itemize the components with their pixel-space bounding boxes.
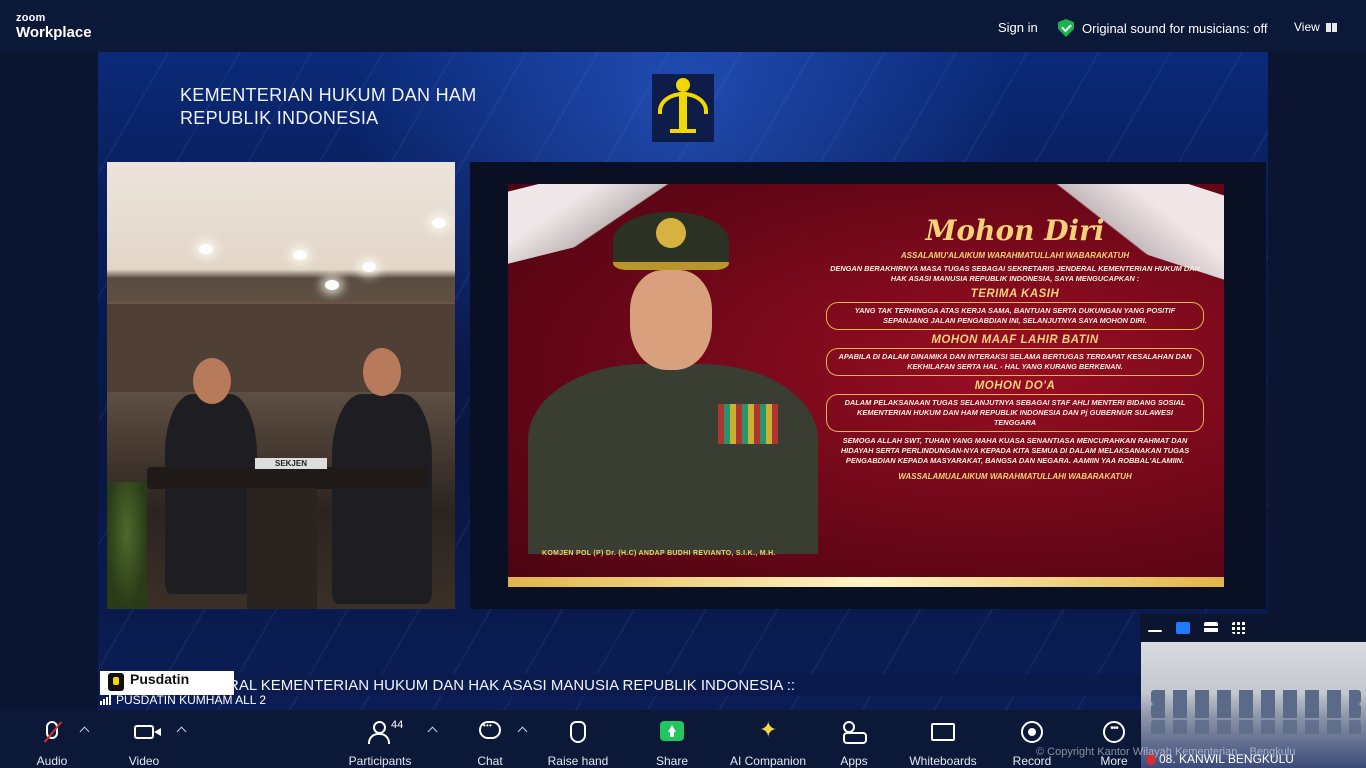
news-ticker: RAL KEMENTERIAN HUKUM DAN HAK ASASI MANU… [98,671,1268,696]
chat-options-caret-icon[interactable] [517,726,528,737]
minimize-icon[interactable] [1148,630,1162,632]
meeting-toolbar: Audio Video 44 Participants Chat Raise h… [0,710,1140,768]
participants-label: Participants [348,754,412,768]
active-speaker-name: PUSDATIN KUMHAM ALL 2 [100,693,266,707]
strip-view-icon[interactable] [1204,622,1218,634]
participants-options-caret-icon[interactable] [427,726,438,737]
slide-paragraph-2: APABILA DI DALAM DINAMIKA DAN INTERAKSI … [826,348,1204,376]
apps-icon [843,721,867,744]
video-camera-icon [134,725,154,739]
share-label: Share [655,754,689,768]
ai-companion-label: AI Companion [729,754,807,768]
thumbnail-controls [1140,614,1366,642]
more-dots-icon: ••• [1103,721,1125,743]
pusdatin-brand: Pusdatin [100,671,234,695]
slide-panel: KOMJEN POL (P) Dr. (H.C) ANDAP BUDHI REV… [470,162,1266,609]
slide-paragraph-4: SEMOGA ALLAH SWT, TUHAN YANG MAHA KUASA … [840,436,1190,465]
officer-signature: KOMJEN POL (P) Dr. (H.C) ANDAP BUDHI REV… [542,550,776,557]
farewell-slide: KOMJEN POL (P) Dr. (H.C) ANDAP BUDHI REV… [508,184,1224,587]
slide-intro: DENGAN BERAKHIRNYA MASA TUGAS SEBAGAI SE… [830,264,1200,283]
apps-button[interactable]: Apps [838,710,870,768]
record-icon [1021,721,1043,743]
ai-sparkle-icon [757,718,779,743]
ai-companion-button[interactable]: AI Companion [728,710,808,768]
ministry-line-1: KEMENTERIAN HUKUM DAN HAM [180,85,477,105]
participants-button[interactable]: 44 Participants [348,710,412,768]
gallery-view-icon[interactable] [1232,622,1246,634]
sign-in-link[interactable]: Sign in [998,20,1038,35]
top-bar: zoom Workplace Sign in Original sound fo… [0,0,1366,52]
record-button[interactable]: Record [1012,710,1052,768]
chat-bubble-icon [479,721,501,739]
raise-hand-label: Raise hand [547,754,609,768]
slide-heading-3: MOHON DO'A [974,380,1056,392]
signal-bars-icon [100,695,111,705]
camera-feed: SEKJEN [107,162,455,609]
shared-video-stage: KEMENTERIAN HUKUM DAN HAM REPUBLIK INDON… [98,52,1268,710]
slide-greeting: ASSALAMU'ALAIKUM WARAHMATULLAHI WABARAKA… [900,251,1130,260]
more-button[interactable]: ••• More [1096,710,1132,768]
slide-closing: WASSALAMUALAIKUM WARAHMATULLAHI WABARAKA… [898,472,1132,481]
muted-microphone-icon [46,721,58,739]
pusdatin-label: Pusdatin [130,671,190,687]
shield-check-icon [1058,19,1074,37]
share-screen-icon [660,721,684,741]
whiteboards-button[interactable]: Whiteboards [906,710,980,768]
slide-heading-2: MOHON MAAF LAHIR BATIN [931,334,1099,346]
officer-portrait [518,204,818,554]
chat-label: Chat [477,754,503,768]
grid-icon [1325,22,1337,32]
participants-icon: 44 [367,719,403,744]
slide-title: Mohon Diri [925,214,1105,247]
audio-button[interactable]: Audio [36,710,68,768]
whiteboards-label: Whiteboards [909,754,977,768]
apps-label: Apps [840,754,868,768]
slide-paragraph-1: YANG TAK TERHINGGA ATAS KERJA SAMA, BANT… [826,302,1204,330]
slide-text: Mohon Diri ASSALAMU'ALAIKUM WARAHMATULLA… [826,214,1204,481]
share-button[interactable]: Share [654,710,690,768]
ministry-line-2: REPUBLIK INDONESIA [180,108,379,128]
view-button[interactable]: View [1294,20,1337,34]
copyright-watermark: © Copyright Kantor Wilayah Kementerian..… [1036,746,1296,758]
slide-paragraph-3: DALAM PELAKSANAAN TUGAS SELANJUTNYA SEBA… [826,394,1204,432]
slide-heading-1: TERIMA KASIH [970,288,1060,300]
pusdatin-logo-icon [108,673,124,691]
audio-options-caret-icon[interactable] [79,726,90,737]
original-sound-indicator[interactable]: Original sound for musicians: off [1058,19,1267,37]
ministry-header: KEMENTERIAN HUKUM DAN HAM REPUBLIK INDON… [180,84,477,130]
ministry-emblem-icon [652,74,714,142]
logo-small-text: zoom [16,12,46,24]
chat-button[interactable]: Chat [474,710,506,768]
participants-count: 44 [391,719,404,731]
view-label: View [1294,20,1320,34]
video-button[interactable]: Video [126,710,162,768]
whiteboard-icon [931,723,955,741]
speaker-name-label: PUSDATIN KUMHAM ALL 2 [116,693,267,707]
audio-label: Audio [36,754,68,768]
logo-big-text: Workplace [16,24,92,41]
name-placard: SEKJEN [255,458,327,469]
zoom-workplace-logo: zoom Workplace [16,12,92,41]
video-label: Video [128,754,160,768]
original-sound-label: Original sound for musicians: off [1082,20,1268,36]
raised-hand-icon [570,721,586,743]
speaker-view-icon[interactable] [1176,622,1190,634]
raise-hand-button[interactable]: Raise hand [548,710,608,768]
ticker-text: RAL KEMENTERIAN HUKUM DAN HAK ASASI MANU… [228,677,796,694]
video-options-caret-icon[interactable] [176,726,187,737]
